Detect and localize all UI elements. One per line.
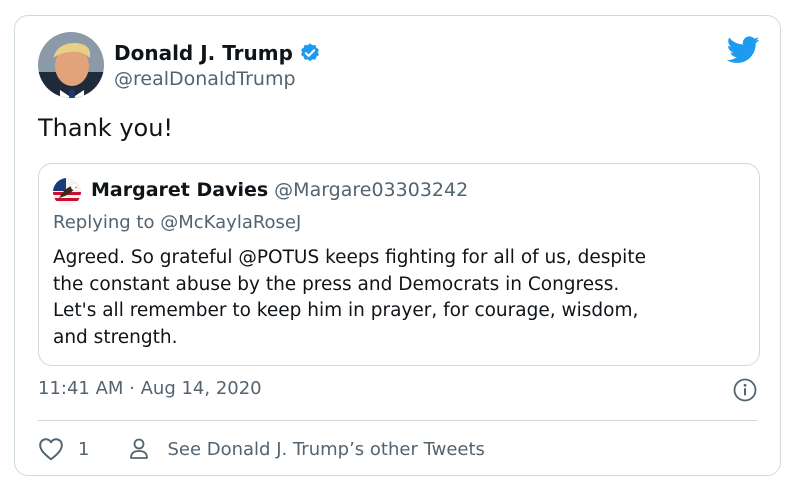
author-name[interactable]: Donald J. Trump (114, 41, 321, 65)
tweet-timestamp[interactable]: 11:41 AM · Aug 14, 2020 (38, 378, 262, 399)
twitter-bird-icon[interactable] (726, 36, 760, 64)
author-handle[interactable]: @realDonaldTrump (114, 68, 296, 90)
quoted-author-name[interactable]: Margaret Davies (91, 179, 268, 201)
author-avatar[interactable] (38, 32, 104, 98)
quoted-author-avatar[interactable] (53, 178, 81, 206)
replying-to-handle[interactable]: @McKaylaRoseJ (160, 212, 301, 233)
quoted-author-handle[interactable]: @Margare03303242 (274, 179, 468, 201)
author-name-text[interactable]: Donald J. Trump (114, 41, 293, 65)
tweet-card[interactable]: Donald J. Trump @realDonaldTrump Thank y… (14, 15, 781, 476)
verified-badge-icon (299, 42, 321, 64)
quoted-header: Margaret Davies @Margare03303242 (91, 179, 468, 201)
quoted-tweet-body: Agreed. So grateful @POTUS keeps fightin… (53, 245, 747, 351)
info-icon[interactable] (733, 378, 757, 402)
quoted-tweet[interactable]: Margaret Davies @Margare03303242 Replying… (38, 163, 760, 366)
person-icon[interactable] (129, 437, 149, 461)
tweet-text: Thank you! (38, 114, 174, 142)
replying-to: Replying to @McKaylaRoseJ (53, 212, 301, 233)
quoted-body-line: Agreed. So grateful @POTUS keeps fightin… (53, 247, 646, 268)
quoted-body-line: the constant abuse by the press and Demo… (53, 273, 620, 295)
like-count[interactable]: 1 (78, 439, 89, 460)
quoted-body-line: Let's all remember to keep him in prayer… (53, 300, 639, 321)
heart-icon[interactable] (38, 437, 64, 461)
see-other-tweets-link[interactable]: See Donald J. Trump’s other Tweets (167, 439, 484, 460)
tweet-actions: 1 See Donald J. Trump’s other Tweets (38, 434, 485, 464)
replying-to-label: Replying to (53, 212, 155, 233)
quoted-body-line: and strength. (53, 326, 178, 348)
divider (38, 420, 757, 421)
